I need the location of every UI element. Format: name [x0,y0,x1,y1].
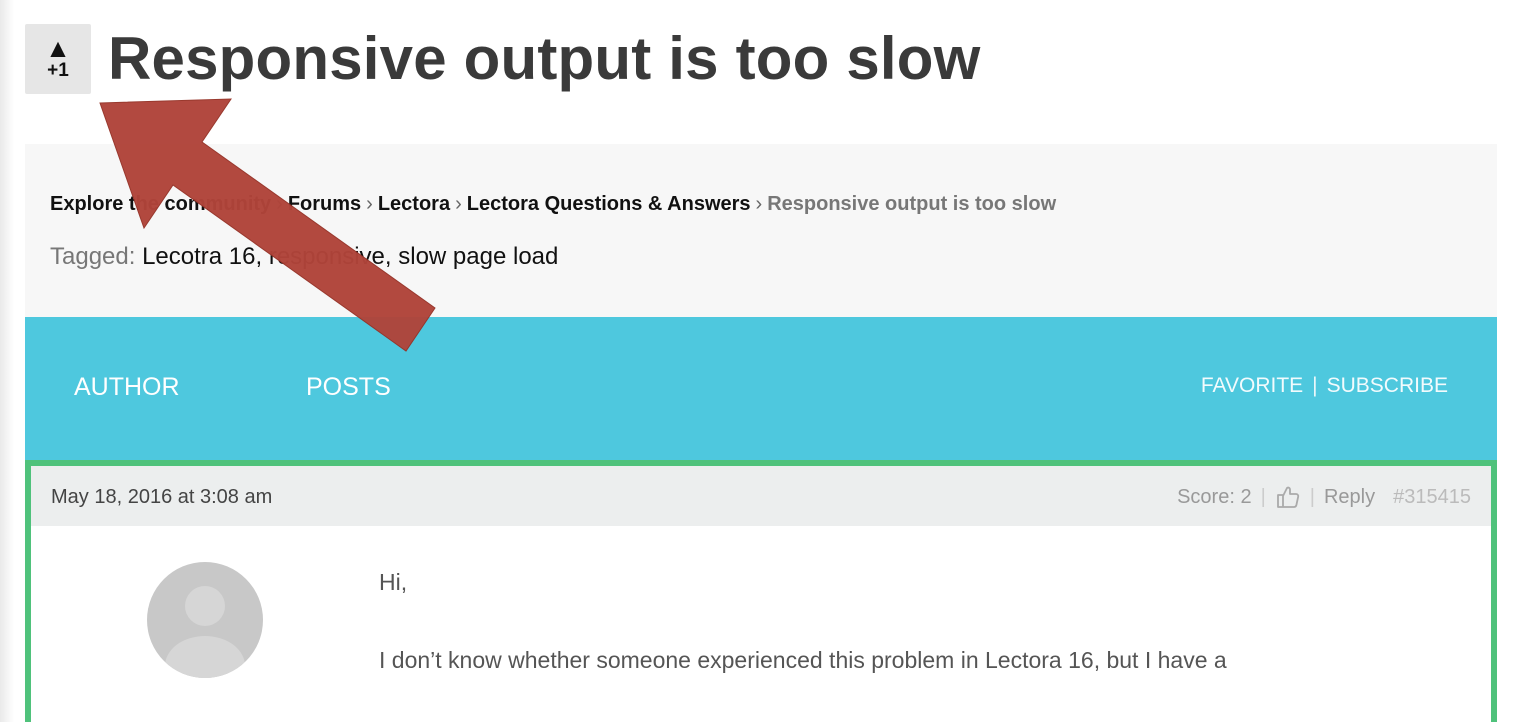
reply-post: May 18, 2016 at 3:08 am Score: 2 | | Rep… [25,460,1497,722]
reply-link[interactable]: Reply [1324,486,1375,509]
post-date: May 18, 2016 at 3:08 am [51,486,273,508]
breadcrumb-questions-answers[interactable]: Lectora Questions & Answers [467,193,751,215]
post-paragraph: I don’t know whether someone experienced… [379,647,1227,673]
breadcrumb-separator: › [455,193,462,215]
tag-link[interactable]: slow page load [398,243,558,270]
breadcrumb-forums[interactable]: Forums [288,193,361,215]
posts-column-header: POSTS [306,373,391,401]
reply-header: May 18, 2016 at 3:08 am Score: 2 | | Rep… [31,466,1491,526]
tag-link[interactable]: Lecotra 16 [142,243,255,270]
breadcrumb-lectora[interactable]: Lectora [378,193,450,215]
breadcrumb-explore[interactable]: Explore the community [50,193,271,215]
upvote-button[interactable]: ▲ +1 [25,24,91,94]
tags-label: Tagged: [50,243,136,270]
actions-divider: | [1312,374,1318,397]
thumbs-up-icon[interactable] [1275,484,1301,510]
vote-count: +1 [47,60,69,81]
favorite-link[interactable]: FAVORITE [1201,374,1303,397]
post-content: Hi, I don’t know whether someone experie… [379,566,1227,676]
subscribe-link[interactable]: SUBSCRIBE [1327,374,1448,397]
topic-tags: Tagged: Lecotra 16, responsive, slow pag… [50,243,559,270]
post-meta: Score: 2 | | Reply #315415 [1177,484,1471,510]
breadcrumb-separator: › [755,193,763,215]
topic-actions: FAVORITE | SUBSCRIBE [1201,374,1448,398]
breadcrumb: Explore the community › Forums › Lectora › Lec… [50,190,1056,218]
default-avatar-icon [165,586,245,678]
topic-info-panel: Explore the community › Forums › Lectora › Lec… [25,144,1497,317]
breadcrumb-current: Responsive output is too slow [767,193,1057,215]
post-permalink[interactable]: #315415 [1393,486,1471,509]
upvote-icon: ▲ [45,33,71,63]
post-score: Score: 2 [1177,485,1252,508]
tag-link[interactable]: responsive [269,243,385,270]
page-title: Responsive output is too slow [108,25,981,92]
author-column-header: AUTHOR [74,373,180,401]
post-paragraph: Hi, [379,569,408,595]
posts-table-header: AUTHOR POSTS FAVORITE | SUBSCRIBE [25,317,1497,460]
page-edge-shadow [0,0,14,722]
breadcrumb-separator: › [276,193,283,215]
avatar [147,562,263,678]
breadcrumb-separator: › [366,193,373,215]
